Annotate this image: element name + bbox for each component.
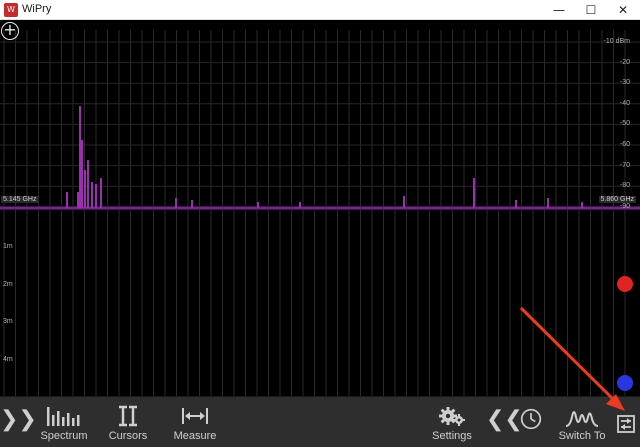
- measure-button[interactable]: Measure: [168, 397, 222, 447]
- app-icon: W: [4, 3, 18, 17]
- dbm-label: -70: [619, 161, 630, 169]
- dbm-label: -50: [619, 120, 630, 128]
- bottom-toolbar: ❯❯ Spectrum Cursors Measure Settings ❮❮ …: [0, 396, 640, 447]
- spectrum-icon: [47, 407, 80, 426]
- time-label: 3m: [3, 318, 13, 325]
- gears-icon: [439, 407, 465, 426]
- red-marker-handle[interactable]: [617, 276, 633, 292]
- swap-view-button[interactable]: [612, 397, 640, 447]
- spectrum-plot: [0, 30, 640, 396]
- maximize-button[interactable]: ☐: [576, 0, 606, 20]
- measure-label: Measure: [173, 430, 217, 442]
- plot-grid: [0, 30, 640, 396]
- freq-end-label: 5.860 GHz: [598, 196, 636, 203]
- dbm-label: -60: [619, 141, 630, 148]
- cursors-icon: [119, 405, 137, 427]
- dbm-label: -10 dBm: [603, 38, 630, 45]
- spectrum-button[interactable]: Spectrum: [36, 397, 92, 447]
- time-button[interactable]: [516, 397, 546, 447]
- spectrum-label: Spectrum: [40, 430, 88, 442]
- cursors-button[interactable]: Cursors: [102, 397, 154, 447]
- window-title: WiPry: [22, 3, 52, 15]
- spectrum-spikes: [66, 106, 583, 208]
- collapse-toolbar-button[interactable]: ❮❮: [486, 397, 523, 447]
- settings-button[interactable]: Settings: [426, 397, 478, 447]
- time-label: 1m: [3, 243, 13, 250]
- double-chevron-right-icon: ❯❯: [0, 407, 37, 432]
- swap-icon: [617, 415, 635, 433]
- spectrum-display[interactable]: + -10 dBm -20 -30 -40 -50 -60 -70 -80 -90 5.145 …: [0, 20, 640, 396]
- switch-to-label: Switch To: [558, 430, 606, 442]
- dbm-label: -40: [619, 99, 630, 107]
- dbm-label: -30: [619, 79, 630, 87]
- time-label: 2m: [3, 280, 13, 288]
- title-bar: W WiPry — ☐ ✕: [0, 0, 640, 20]
- settings-label: Settings: [432, 430, 472, 442]
- minimize-button[interactable]: —: [544, 0, 574, 20]
- waveform-icon: [565, 411, 599, 427]
- expand-toolbar-button[interactable]: ❯❯: [0, 397, 37, 447]
- zoom-in-icon[interactable]: +: [1, 22, 19, 40]
- dbm-label: -90: [619, 202, 630, 210]
- dbm-label: -20: [619, 58, 630, 66]
- clock-icon: [520, 408, 542, 430]
- dbm-label: -80: [619, 182, 630, 190]
- double-chevron-left-icon: ❮❮: [486, 407, 523, 432]
- switch-to-button[interactable]: Switch To: [552, 397, 612, 447]
- close-button[interactable]: ✕: [608, 0, 638, 20]
- cursors-label: Cursors: [108, 430, 148, 442]
- measure-icon: [182, 408, 208, 424]
- blue-marker-handle[interactable]: [617, 375, 633, 391]
- freq-start-label: 5.145 GHz: [1, 196, 39, 203]
- time-label: 4m: [3, 355, 13, 363]
